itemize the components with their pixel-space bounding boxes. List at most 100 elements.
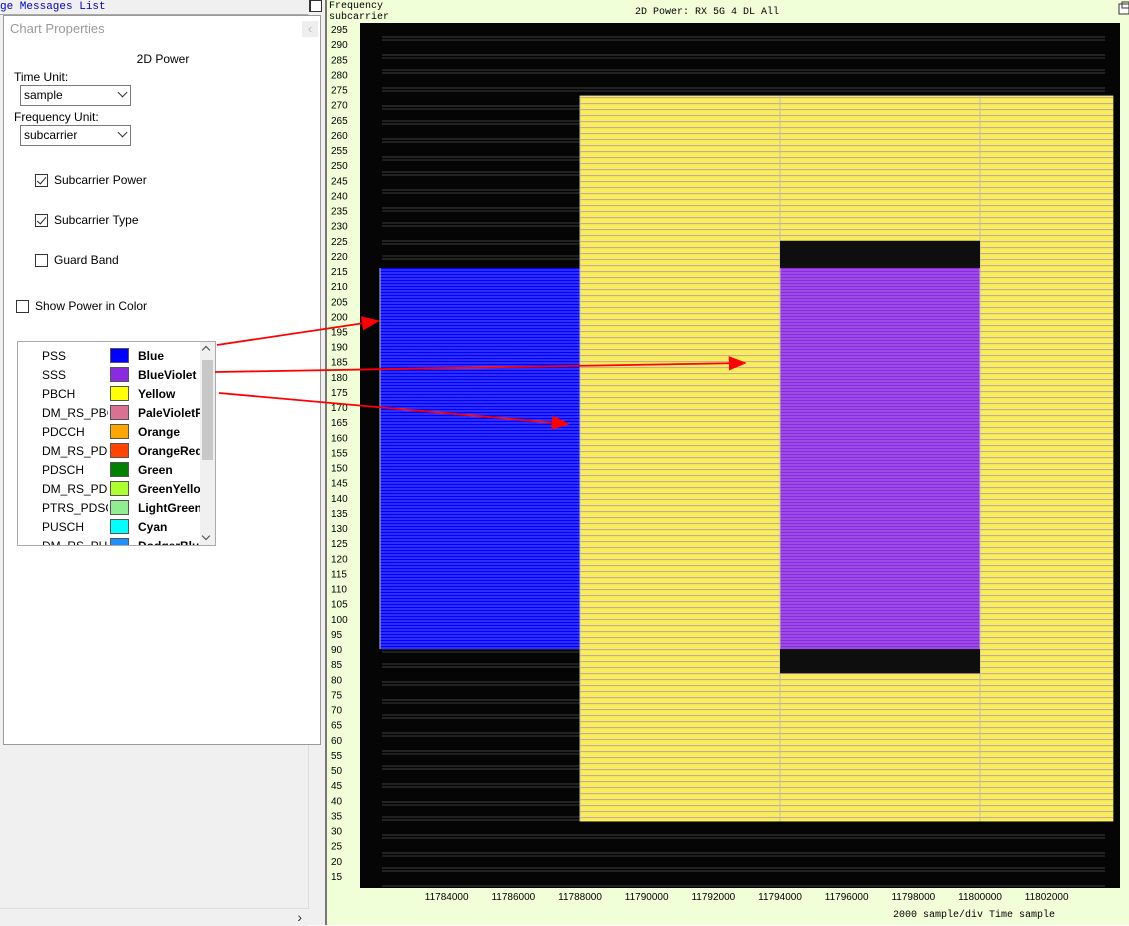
chart-maximize-icon[interactable] [310,0,322,12]
legend-scrollbar[interactable] [200,342,215,545]
legend-color-name: DodgerBlu [138,539,200,546]
legend-color-swatch[interactable] [110,519,129,534]
legend-color-swatch[interactable] [110,367,129,382]
collapse-panel-button[interactable]: ‹ [302,21,318,37]
x-axis-footer: 2000 sample/div Time sample [893,909,1055,921]
y-tick-label: 90 [331,645,343,656]
chart-restore-icon[interactable] [1118,1,1129,15]
legend-row[interactable]: PSS Blue [18,347,201,366]
legend-channel-name: PTRS_PDSCH [42,501,108,515]
legend-scroll-thumb[interactable] [202,360,213,460]
legend-color-swatch[interactable] [110,500,129,515]
y-tick-label: 260 [331,131,348,142]
legend-color-swatch[interactable] [110,405,129,420]
y-tick-label: 105 [331,600,348,611]
guard-band-checkbox[interactable] [35,254,48,267]
y-tick-label: 265 [331,116,348,127]
legend-color-name: OrangeRed [138,444,200,458]
legend-channel-name: PUSCH [42,520,85,534]
legend-color-name: PaleVioletF [138,406,200,420]
y-tick-label: 225 [331,237,348,248]
region-pbch [580,95,780,822]
legend-row[interactable]: PDSCH Green [18,461,201,480]
chart-title: 2D Power: RX 5G 4 DL All [635,6,779,18]
subcarrier-power-label: Subcarrier Power [54,173,147,187]
legend-channel-name: PDSCH [42,463,85,477]
y-tick-label: 210 [331,282,348,293]
x-tick-label: 11796000 [825,892,869,903]
legend-color-name: GreenYello [138,482,200,496]
y-tick-label: 55 [331,751,343,762]
legend-color-swatch[interactable] [110,538,129,545]
y-tick-label: 45 [331,781,343,792]
legend-color-name: Blue [138,349,165,363]
legend-row[interactable]: PTRS_PDSCH LightGreen [18,499,201,518]
legend-color-swatch[interactable] [110,443,129,458]
chart-name-heading: 2D Power [136,52,190,66]
y-tick-label: 255 [331,146,348,157]
subcarrier-power-checkbox[interactable] [35,174,48,187]
legend-channel-name: PSS [42,349,67,363]
legend-row[interactable]: DM_RS_PBC PaleVioletF [18,404,201,423]
y-tick-label: 295 [331,25,348,36]
legend-row[interactable]: PBCH Yellow [18,385,201,404]
y-tick-label: 250 [331,161,348,172]
y-tick-label: 230 [331,222,348,233]
y-tick-label: 275 [331,86,348,97]
channel-color-legend[interactable]: PSS Blue SSS BlueViolet PBCH Yellow DM_RS_PBC P… [17,341,216,546]
legend-channel-name: PDCCH [42,425,85,439]
y-tick-label: 100 [331,615,348,626]
time-unit-select[interactable]: sample [20,85,131,106]
legend-channel-name: DM_RS_PDS [42,482,108,496]
x-tick-label: 11800000 [958,892,1002,903]
y-tick-label: 285 [331,55,348,66]
y-tick-label: 125 [331,539,348,550]
y-tick-label: 165 [331,418,348,429]
power-heatmap-chart[interactable]: 15 20 25 30 35 40 45 50 55 60 65 70 75 80 85 90 95 100 105… [327,0,1129,925]
legend-row[interactable]: PDCCH Orange [18,423,201,442]
scroll-down-icon[interactable] [201,531,211,541]
legend-channel-name: DM_RS_PBC [42,406,108,420]
legend-row[interactable]: DM_RS_PUS DodgerBlu [18,537,201,546]
y-tick-label: 190 [331,343,348,354]
legend-row[interactable]: PUSCH Cyan [18,518,201,537]
legend-channel-name: DM_RS_PUS [42,539,108,546]
y-tick-label: 70 [331,706,343,717]
y-tick-label: 120 [331,554,348,565]
x-tick-label: 11788000 [558,892,602,903]
legend-channel-name: SSS [42,368,67,382]
y-tick-label: 175 [331,388,348,399]
legend-row[interactable]: SSS BlueViolet [18,366,201,385]
show-power-color-checkbox[interactable] [16,300,29,313]
scroll-up-icon[interactable] [201,345,211,355]
sss-guard-bottom [780,649,980,674]
y-tick-label: 185 [331,358,348,369]
y-tick-label: 80 [331,675,343,686]
legend-color-swatch[interactable] [110,481,129,496]
scroll-right-icon[interactable]: › [297,909,302,925]
y-tick-label: 75 [331,690,343,701]
frequency-unit-select[interactable]: subcarrier [20,125,131,146]
legend-color-swatch[interactable] [110,462,129,477]
x-tick-label: 11784000 [425,892,469,903]
y-tick-label: 240 [331,191,348,202]
legend-color-swatch[interactable] [110,424,129,439]
y-axis-ticks: 15 20 25 30 35 40 45 50 55 60 65 70 75 80 85 90 95 100 105… [331,25,348,883]
y-tick-label: 40 [331,796,343,807]
y-tick-label: 200 [331,312,348,323]
legend-color-name: BlueViolet [138,368,197,382]
y-tick-label: 60 [331,736,343,747]
y-tick-label: 155 [331,448,348,459]
y-tick-label: 30 [331,827,343,838]
frequency-unit-label: Frequency Unit: [14,110,99,124]
subcarrier-type-checkbox[interactable] [35,214,48,227]
x-tick-label: 11790000 [625,892,669,903]
legend-row[interactable]: DM_RS_PDS GreenYello [18,480,201,499]
messages-list-title: ge Messages List [0,1,106,13]
x-tick-label: 11794000 [758,892,802,903]
legend-row[interactable]: DM_RS_PDC OrangeRed [18,442,201,461]
legend-color-swatch[interactable] [110,348,129,363]
legend-color-swatch[interactable] [110,386,129,401]
y-tick-label: 140 [331,494,348,505]
left-horizontal-scrollbar[interactable]: › [0,908,308,926]
